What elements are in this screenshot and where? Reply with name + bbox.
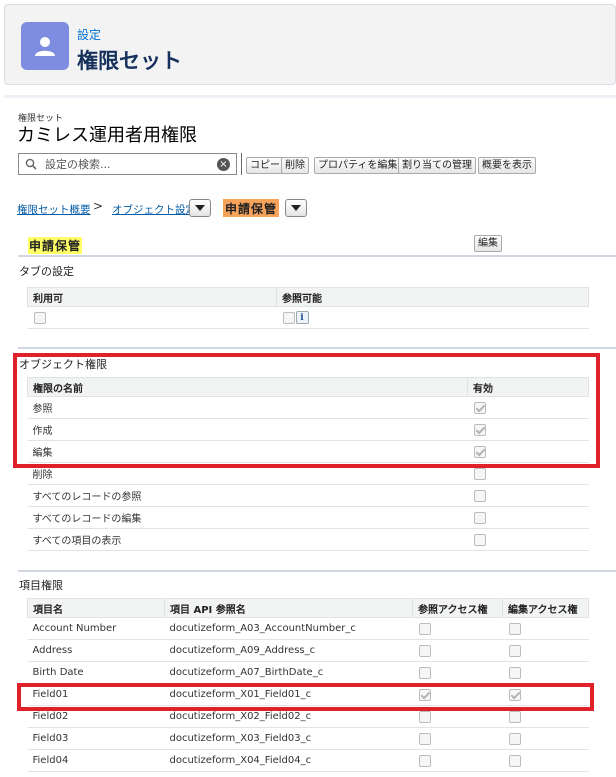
object-name: 申請保管 — [28, 237, 83, 254]
table-row: すべてのレコードの編集 — [27, 506, 589, 529]
object-settings-dropdown[interactable] — [189, 199, 211, 217]
edit-access-checkbox[interactable] — [508, 622, 521, 635]
view-summary-button[interactable]: 概要を表示 — [478, 157, 536, 174]
section-divider — [18, 347, 616, 349]
toolbar-separator — [241, 153, 242, 175]
field-name: Account Number — [27, 617, 165, 640]
read-access-checkbox[interactable] — [418, 666, 431, 679]
field-name: Address — [27, 639, 165, 662]
permission-set-name: カミレス運用者用権限 — [17, 125, 197, 146]
search-input[interactable] — [43, 156, 213, 172]
page-header: 設定 権限セット — [4, 4, 616, 85]
edit-access-checkbox[interactable] — [508, 710, 521, 723]
highlight-box-field01 — [17, 683, 594, 711]
info-icon[interactable]: i — [295, 311, 309, 324]
col-api-name: 項目 API 参照名 — [164, 598, 413, 618]
field-api-name: docutizeform_X04_Field04_c — [164, 749, 413, 772]
available-checkbox[interactable] — [33, 311, 46, 324]
read-access-checkbox[interactable] — [418, 754, 431, 767]
copy-button[interactable]: コピー — [246, 157, 284, 174]
section-divider — [18, 255, 616, 257]
table-row: Address docutizeform_A09_Address_c — [27, 639, 589, 662]
breadcrumb-current: 申請保管 — [223, 199, 280, 217]
edit-button[interactable]: 編集 — [474, 235, 502, 252]
table-row: Field04 docutizeform_X04_Field04_c — [27, 749, 589, 772]
permission-name: すべての項目の表示 — [27, 528, 468, 551]
tab-settings-title: タブの設定 — [19, 265, 74, 278]
breadcrumb-object-settings-link[interactable]: オブジェクト設定 — [112, 202, 196, 217]
edit-properties-button[interactable]: プロパティを編集 — [314, 157, 402, 174]
field-api-name: docutizeform_A03_AccountNumber_c — [164, 617, 413, 640]
tab-settings-table: 利用可 参照可能 i — [27, 287, 589, 329]
field-name: Field04 — [27, 749, 165, 772]
read-access-checkbox[interactable] — [418, 710, 431, 723]
table-row: すべての項目の表示 — [27, 528, 589, 551]
read-access-checkbox[interactable] — [418, 732, 431, 745]
chevron-right-icon: > — [93, 199, 104, 213]
read-access-checkbox[interactable] — [418, 644, 431, 657]
field-name: Field03 — [27, 727, 165, 750]
search-icon — [25, 158, 37, 170]
field-api-name: docutizeform_X03_Field03_c — [164, 727, 413, 750]
visible-checkbox[interactable] — [282, 311, 295, 324]
field-api-name: docutizeform_A09_Address_c — [164, 639, 413, 662]
edit-access-checkbox[interactable] — [508, 732, 521, 745]
divider — [4, 95, 616, 98]
edit-access-checkbox[interactable] — [508, 644, 521, 657]
clear-search-icon[interactable]: × — [217, 158, 230, 171]
col-available: 利用可 — [27, 287, 277, 307]
enabled-checkbox[interactable] — [473, 467, 486, 480]
edit-access-checkbox[interactable] — [508, 666, 521, 679]
col-read-access: 参照アクセス権 — [412, 598, 503, 618]
field-api-name: docutizeform_A07_BirthDate_c — [164, 661, 413, 684]
table-row: Account Number docutizeform_A03_AccountNu… — [27, 617, 589, 640]
table-row: Field03 docutizeform_X03_Field03_c — [27, 727, 589, 750]
section-divider — [18, 570, 616, 572]
read-access-checkbox[interactable] — [418, 622, 431, 635]
table-row: Birth Date docutizeform_A07_BirthDate_c — [27, 661, 589, 684]
table-row: すべてのレコードの参照 — [27, 484, 589, 507]
header-title: 権限セット — [77, 49, 182, 73]
highlight-box-object-permissions — [13, 353, 600, 468]
enabled-checkbox[interactable] — [473, 533, 486, 546]
enabled-checkbox[interactable] — [473, 511, 486, 524]
search-box[interactable]: × — [18, 153, 237, 175]
col-field-name: 項目名 — [27, 598, 165, 618]
field-permissions-title: 項目権限 — [19, 579, 63, 592]
breadcrumb-overview-link[interactable]: 権限セット概要 — [17, 202, 91, 217]
col-edit-access: 編集アクセス権 — [502, 598, 589, 618]
permission-name: すべてのレコードの参照 — [27, 484, 468, 507]
manage-assignments-button[interactable]: 割り当ての管理 — [398, 157, 476, 174]
delete-button[interactable]: 削除 — [281, 157, 309, 174]
field-name: Birth Date — [27, 661, 165, 684]
header-subtitle: 設定 — [77, 28, 102, 42]
col-visible: 参照可能 — [276, 287, 589, 307]
object-dropdown[interactable] — [285, 199, 307, 217]
user-icon — [21, 22, 69, 70]
enabled-checkbox[interactable] — [473, 489, 486, 502]
permission-name: すべてのレコードの編集 — [27, 506, 468, 529]
edit-access-checkbox[interactable] — [508, 754, 521, 767]
